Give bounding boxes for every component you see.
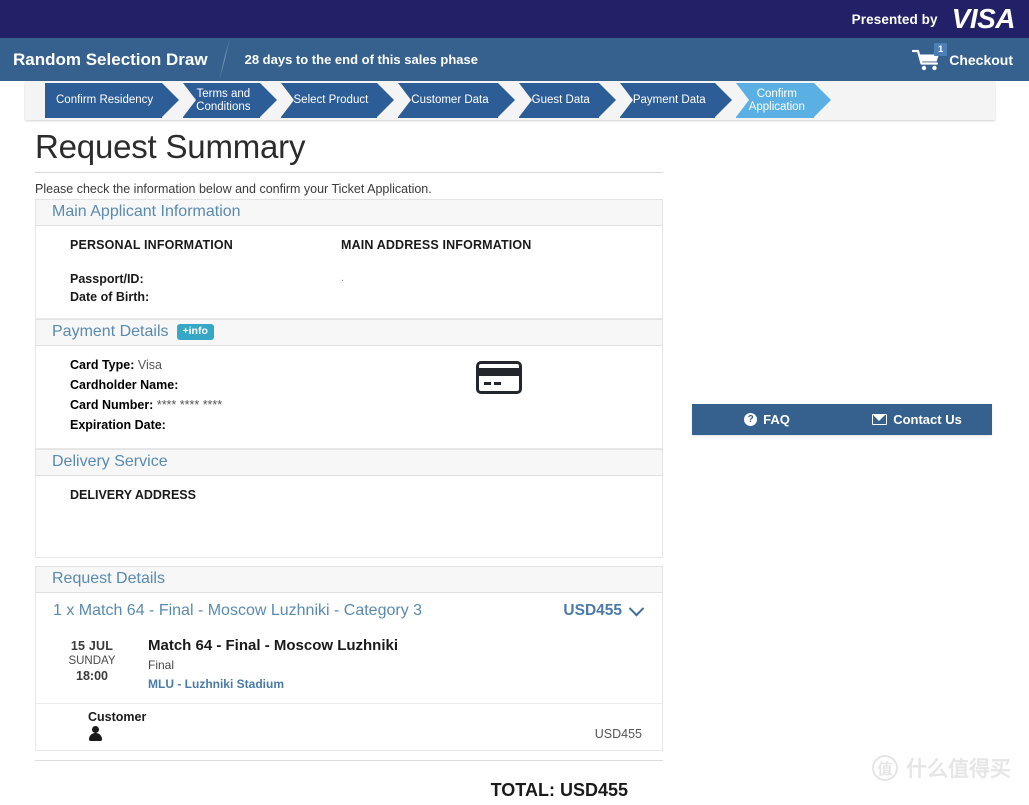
section-body-main-applicant: PERSONAL INFORMATION Passport/ID: Date o…: [35, 226, 663, 319]
step-label: Guest Data: [531, 94, 590, 107]
card-dash: [494, 382, 501, 385]
visa-logo: VISA: [951, 3, 1016, 34]
step-label: Terms and Conditions: [196, 87, 251, 113]
delivery-address-heading: DELIVERY ADDRESS: [70, 488, 196, 502]
person-icon: [88, 726, 102, 742]
address-value: .: [341, 272, 345, 284]
step-confirm-application[interactable]: Confirm Application: [735, 83, 832, 118]
field-label: Card Number:: [70, 398, 154, 412]
field-label: Expiration Date:: [70, 418, 166, 432]
field-label: Cardholder Name:: [70, 378, 179, 392]
faq-button[interactable]: ? FAQ: [692, 412, 842, 427]
faq-label: FAQ: [763, 412, 790, 427]
section-header-delivery-service: Delivery Service: [35, 449, 663, 476]
step-select-product[interactable]: Select Product: [280, 83, 395, 118]
field-value: **** **** ****: [156, 398, 223, 412]
step-label: Select Product: [293, 94, 369, 107]
top-sponsor-bar: Presented by VISA: [0, 0, 1029, 38]
chevron-down-icon[interactable]: [628, 600, 645, 616]
personal-information-heading: PERSONAL INFORMATION: [70, 238, 233, 252]
section-header-main-applicant: Main Applicant Information: [35, 199, 663, 226]
envelope-icon: [872, 414, 888, 425]
progress-steps: Confirm Residency Terms and Conditions S…: [45, 83, 835, 118]
total-divider: [35, 760, 663, 761]
page-title: Request Summary: [35, 128, 306, 165]
person-body: [89, 733, 102, 741]
contact-us-label: Contact Us: [893, 412, 962, 427]
step-label: Payment Data: [632, 94, 706, 107]
card-dash: [484, 382, 491, 385]
person-head: [92, 726, 99, 733]
credit-card-icon-wrap: [476, 358, 522, 438]
field-label: Date of Birth:: [70, 290, 150, 304]
field-card-number: Card Number: **** **** ****: [70, 398, 476, 412]
request-item-title: 1 x Match 64 - Final - Moscow Luzhniki -…: [53, 602, 423, 619]
request-item-price[interactable]: USD455: [563, 600, 645, 620]
total-amount: TOTAL: USD455: [490, 780, 628, 800]
main-address-information-heading: MAIN ADDRESS INFORMATION: [341, 238, 532, 252]
section-body-payment-details: Card Type: Visa Cardholder Name: Card Nu…: [35, 346, 663, 449]
field-value: Visa: [137, 358, 162, 372]
step-terms-and-conditions[interactable]: Terms and Conditions: [183, 83, 277, 118]
step-guest-data[interactable]: Guest Data: [518, 83, 617, 118]
card-stripe: [479, 368, 519, 376]
field-cardholder-name: Cardholder Name:: [70, 378, 476, 392]
section-title: Main Applicant Information: [52, 203, 241, 220]
field-card-type: Card Type: Visa: [70, 358, 476, 372]
step-payment-data[interactable]: Payment Data: [619, 83, 732, 118]
intro-text: Please check the information below and c…: [35, 182, 432, 196]
help-bar: ? FAQ Contact Us: [692, 404, 992, 435]
customer-row: Customer USD455: [35, 704, 663, 751]
shopping-cart-icon: 1: [912, 42, 948, 72]
section-header-request-details: Request Details: [35, 566, 663, 593]
phase-bar: Random Selection Draw 28 days to the end…: [0, 38, 1029, 81]
match-weekday: SUNDAY: [68, 655, 116, 667]
section-body-delivery-service: DELIVERY ADDRESS: [35, 476, 663, 558]
title-separator: [218, 38, 230, 81]
section-title: Delivery Service: [52, 453, 168, 470]
step-label: Confirm Residency: [56, 94, 154, 107]
credit-card-icon: [476, 361, 522, 394]
progress-steps-container: Confirm Residency Terms and Conditions S…: [25, 81, 995, 120]
info-badge[interactable]: +info: [176, 324, 214, 340]
step-label: Customer Data: [411, 94, 489, 107]
match-info-block: Match 64 - Final - Moscow Luzhniki Final…: [148, 635, 398, 691]
section-header-payment-details: Payment Details +info: [35, 319, 663, 346]
title-divider: [35, 172, 663, 173]
field-expiration-date: Expiration Date:: [70, 418, 476, 432]
field-label: Passport/ID:: [70, 272, 144, 286]
watermark: 值 什么值得买: [872, 753, 1011, 783]
step-confirm-residency[interactable]: Confirm Residency: [45, 83, 180, 118]
section-title: Request Details: [52, 570, 165, 587]
checkout-button[interactable]: 1 Checkout: [912, 42, 1013, 72]
page-root: Presented by VISA Random Selection Draw …: [0, 0, 1029, 805]
draw-title: Random Selection Draw: [13, 49, 208, 69]
section-title: Payment Details: [52, 323, 169, 340]
match-title: Match 64 - Final - Moscow Luzhniki: [148, 637, 399, 654]
customer-amount: USD455: [594, 727, 642, 741]
contact-us-button[interactable]: Contact Us: [842, 412, 992, 427]
match-day: 15 JUL: [70, 639, 114, 653]
checkout-label: Checkout: [949, 51, 1013, 68]
match-venue-link[interactable]: MLU - Luzhniki Stadium: [148, 677, 398, 691]
summary-content: Main Applicant Information PERSONAL INFO…: [35, 199, 663, 801]
cart-count-badge: 1: [934, 42, 948, 56]
request-item-header[interactable]: 1 x Match 64 - Final - Moscow Luzhniki -…: [35, 593, 663, 629]
presented-by-label: Presented by: [851, 11, 938, 27]
phase-countdown-message: 28 days to the end of this sales phase: [244, 52, 478, 67]
watermark-text: 什么值得买: [906, 757, 1011, 781]
question-mark-icon: ?: [744, 413, 758, 426]
field-date-of-birth: Date of Birth:: [70, 290, 341, 304]
customer-label: Customer: [88, 710, 147, 724]
price-amount: USD455: [563, 602, 622, 619]
step-customer-data[interactable]: Customer Data: [398, 83, 516, 118]
match-time: 18:00: [76, 669, 108, 683]
watermark-mark: 值: [872, 755, 898, 781]
field-passport-id: Passport/ID:: [70, 272, 341, 286]
match-row: 15 JUL SUNDAY 18:00 Match 64 - Final - M…: [35, 629, 663, 704]
match-date-block: 15 JUL SUNDAY 18:00: [36, 635, 148, 691]
match-stage: Final: [148, 658, 175, 672]
step-label: Confirm Application: [748, 87, 805, 113]
field-label: Card Type:: [70, 358, 135, 372]
